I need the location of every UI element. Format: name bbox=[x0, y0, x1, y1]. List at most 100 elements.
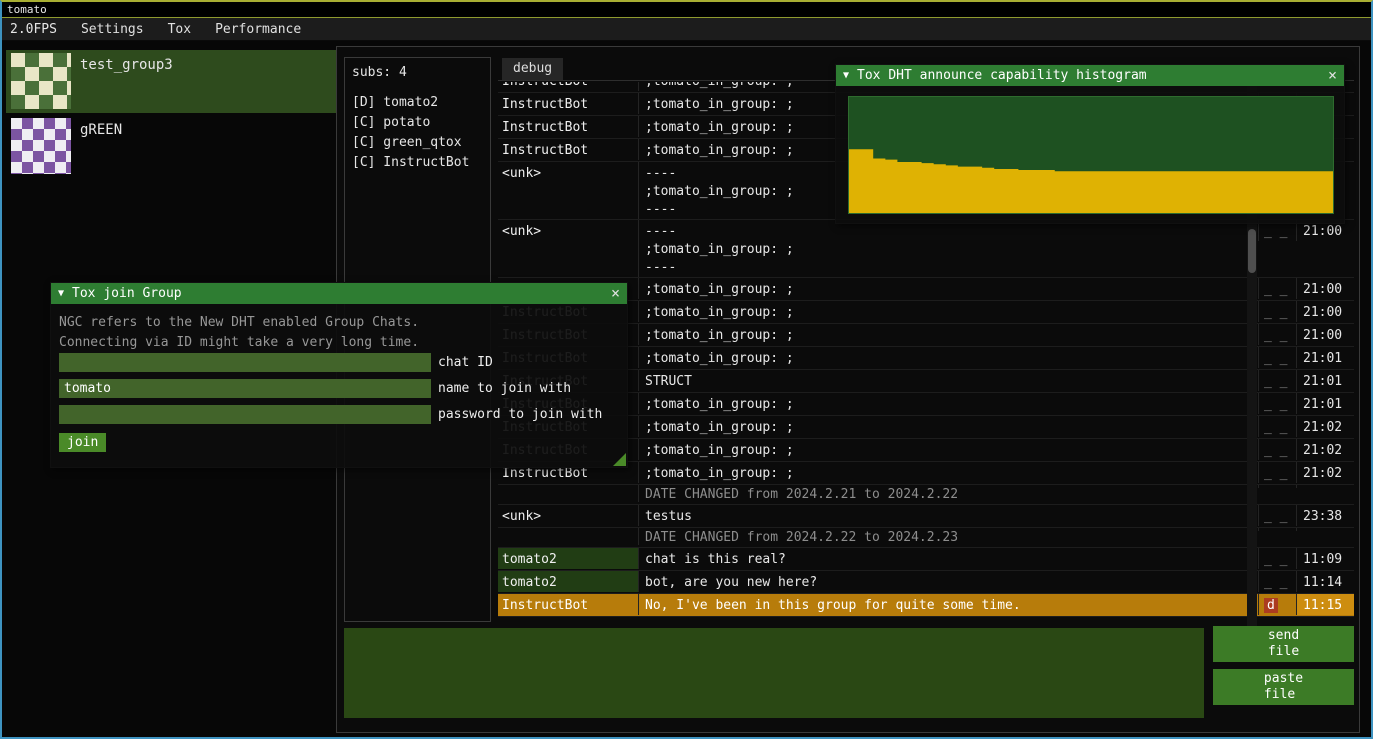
chat-row-timestamp: 21:01 bbox=[1296, 347, 1354, 368]
member-list-item[interactable]: [C] green_qtox bbox=[352, 133, 483, 153]
chat-row-message: ;tomato_in_group: ; bbox=[638, 462, 1244, 483]
chat-row-timestamp: 21:02 bbox=[1296, 439, 1354, 460]
paste-file-button[interactable]: paste file bbox=[1213, 669, 1354, 705]
chat-row-flag-text: _ _ bbox=[1264, 397, 1287, 412]
chat-row-flags: _ _ bbox=[1258, 462, 1296, 483]
join-field-label: password to join with bbox=[438, 407, 602, 422]
chat-row[interactable]: DATE CHANGED from 2024.2.22 to 2024.2.23 bbox=[498, 528, 1354, 548]
subs-count: subs: 4 bbox=[352, 65, 483, 80]
chat-row-flag-text: _ _ bbox=[1264, 443, 1287, 458]
close-icon[interactable]: × bbox=[1328, 68, 1337, 83]
chat-row-message: DATE CHANGED from 2024.2.21 to 2024.2.22 bbox=[638, 485, 1244, 502]
join-field-input[interactable] bbox=[59, 405, 431, 424]
join-group-body: NGC refers to the New DHT enabled Group … bbox=[51, 304, 627, 452]
chat-row-message: ;tomato_in_group: ; bbox=[638, 393, 1244, 414]
app-window: tomato 2.0FPS Settings Tox Performance t… bbox=[0, 0, 1373, 739]
collapse-arrow-icon[interactable]: ▼ bbox=[843, 70, 849, 81]
chat-row-message: bot, are you new here? bbox=[638, 571, 1244, 592]
join-group-titlebar[interactable]: ▼ Tox join Group × bbox=[51, 283, 627, 304]
chat-row[interactable]: InstructBot No, I've been in this group … bbox=[498, 594, 1354, 617]
menu-item[interactable]: Performance bbox=[203, 18, 313, 40]
group-list-item[interactable]: gREEN bbox=[6, 115, 336, 178]
chat-row[interactable]: tomato2 bot, are you new here? _ _ 11:14 bbox=[498, 571, 1354, 594]
chat-row-flag-text: _ _ bbox=[1264, 466, 1287, 481]
chat-row-timestamp: 21:01 bbox=[1296, 370, 1354, 391]
chat-scrollbar-thumb[interactable] bbox=[1248, 229, 1256, 273]
window-titlebar[interactable]: tomato bbox=[2, 2, 1371, 18]
chat-row-message: ;tomato_in_group: ; bbox=[638, 278, 1244, 299]
histogram-area bbox=[849, 149, 1333, 213]
chat-row-flag-text: _ _ bbox=[1264, 420, 1287, 435]
histogram-body bbox=[836, 86, 1344, 224]
chat-row-message: ;tomato_in_group: ; bbox=[638, 416, 1244, 437]
chat-row-flags bbox=[1258, 485, 1296, 488]
send-file-label: send file bbox=[1268, 628, 1299, 660]
chat-row-flags: _ _ bbox=[1258, 416, 1296, 437]
chat-row-author: <unk> bbox=[498, 162, 638, 183]
chat-row-author: <unk> bbox=[498, 505, 638, 526]
chat-row-message: ;tomato_in_group: ; bbox=[638, 301, 1244, 322]
close-icon[interactable]: × bbox=[611, 286, 620, 301]
resize-grip[interactable] bbox=[613, 453, 626, 466]
join-field-label: name to join with bbox=[438, 381, 571, 396]
join-field-input[interactable] bbox=[59, 353, 431, 372]
group-name: gREEN bbox=[80, 118, 122, 175]
menubar: 2.0FPS Settings Tox Performance bbox=[2, 18, 1371, 41]
chat-row-message: testus bbox=[638, 505, 1244, 526]
chat-row-flag-text: _ _ bbox=[1264, 351, 1287, 366]
chat-row-timestamp: 21:00 bbox=[1296, 301, 1354, 322]
member-list-item[interactable]: [C] potato bbox=[352, 113, 483, 133]
join-field-label: chat ID bbox=[438, 355, 493, 370]
chat-row-flag-text: _ _ bbox=[1264, 552, 1287, 567]
join-field-row: chat ID bbox=[59, 353, 619, 372]
histogram-plot bbox=[848, 96, 1334, 214]
join-button[interactable]: join bbox=[59, 433, 106, 452]
chat-row-author: InstructBot bbox=[498, 139, 638, 160]
chat-row[interactable]: tomato2 chat is this real? _ _ 11:09 bbox=[498, 548, 1354, 571]
join-field-row: password to join with bbox=[59, 405, 619, 424]
menu-items: Settings Tox Performance bbox=[69, 18, 313, 40]
chat-row-message: ;tomato_in_group: ; bbox=[638, 324, 1244, 345]
chat-row-timestamp: 11:09 bbox=[1296, 548, 1354, 569]
join-field-row: name to join with bbox=[59, 379, 619, 398]
chat-row-flag-text: _ _ bbox=[1264, 224, 1287, 239]
chat-row[interactable]: DATE CHANGED from 2024.2.21 to 2024.2.22 bbox=[498, 485, 1354, 505]
chat-row-timestamp: 23:38 bbox=[1296, 505, 1354, 526]
chat-row-timestamp: 11:15 bbox=[1296, 594, 1354, 615]
chat-row-flags bbox=[1258, 528, 1296, 531]
chat-row-author bbox=[498, 485, 638, 488]
menu-item[interactable]: Settings bbox=[69, 18, 156, 40]
chat-row-flags: _ _ bbox=[1258, 548, 1296, 569]
join-field-input[interactable] bbox=[59, 379, 431, 398]
group-avatar bbox=[11, 118, 71, 174]
chat-row[interactable]: <unk> testus _ _ 23:38 bbox=[498, 505, 1354, 528]
chat-row-flag-text: _ _ bbox=[1264, 282, 1287, 297]
chat-row-flags: _ _ bbox=[1258, 324, 1296, 345]
paste-file-label: paste file bbox=[1264, 671, 1303, 703]
chat-row-timestamp: 21:00 bbox=[1296, 278, 1354, 299]
chat-row-author: InstructBot bbox=[498, 116, 638, 137]
menu-item[interactable]: Tox bbox=[156, 18, 203, 40]
member-list-item[interactable]: [C] InstructBot bbox=[352, 153, 483, 173]
chat-row-flag-text: _ _ bbox=[1264, 575, 1287, 590]
chat-row-flags: _ _ bbox=[1258, 439, 1296, 460]
collapse-arrow-icon[interactable]: ▼ bbox=[58, 288, 64, 299]
message-input[interactable] bbox=[344, 628, 1204, 718]
group-avatar bbox=[11, 53, 71, 109]
chat-row-timestamp: 21:02 bbox=[1296, 462, 1354, 483]
chat-row-timestamp bbox=[1296, 485, 1354, 488]
member-list-item[interactable]: [D] tomato2 bbox=[352, 93, 483, 113]
group-list: test_group3 gREEN bbox=[6, 50, 336, 180]
chat-row-timestamp bbox=[1296, 528, 1354, 531]
tab-debug[interactable]: debug bbox=[502, 58, 563, 80]
chat-row-message: STRUCT bbox=[638, 370, 1244, 391]
chat-row-flags: _ _ bbox=[1258, 370, 1296, 391]
histogram-window: ▼ Tox DHT announce capability histogram … bbox=[835, 64, 1345, 224]
chat-row[interactable]: <unk> ---- ;tomato_in_group: ; ---- _ _ … bbox=[498, 220, 1354, 278]
histogram-titlebar[interactable]: ▼ Tox DHT announce capability histogram … bbox=[836, 65, 1344, 86]
send-file-button[interactable]: send file bbox=[1213, 626, 1354, 662]
member-list: [D] tomato2 [C] potato [C] green_qtox [C… bbox=[352, 93, 483, 173]
chat-row-flags: _ _ bbox=[1258, 278, 1296, 299]
chat-row-message: chat is this real? bbox=[638, 548, 1244, 569]
group-list-item[interactable]: test_group3 bbox=[6, 50, 336, 113]
